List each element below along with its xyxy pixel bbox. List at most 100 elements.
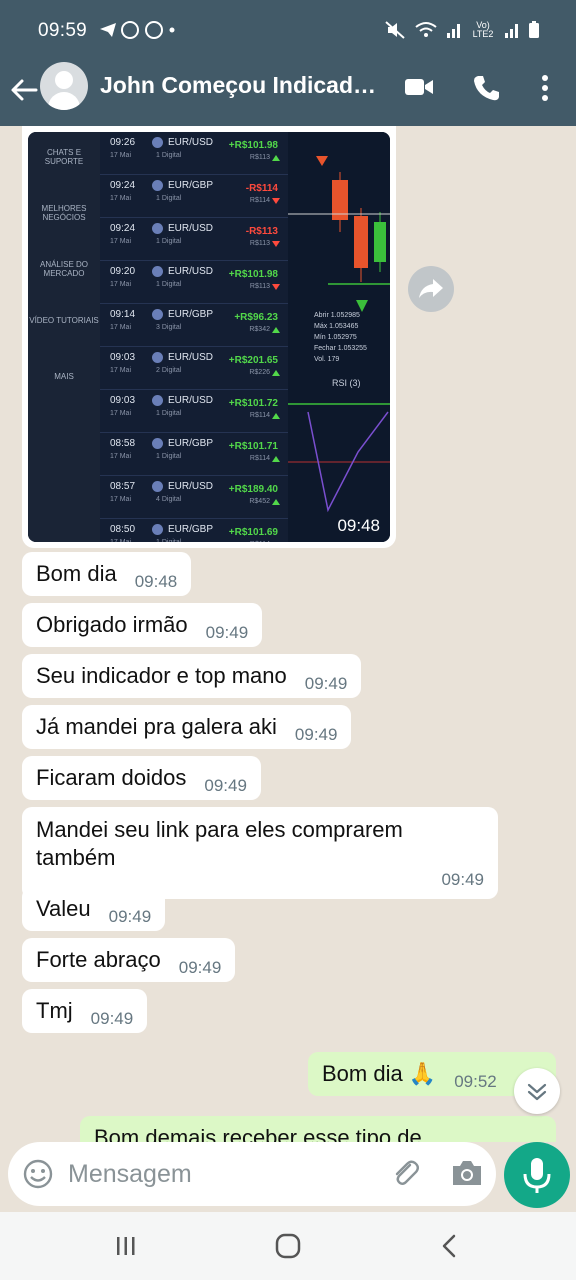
trade-date: 17 Mai <box>110 324 132 331</box>
arrow-up-icon <box>272 499 280 505</box>
trade-invest: R$342 <box>249 326 270 333</box>
arrow-up-icon <box>272 413 280 419</box>
contact-avatar[interactable] <box>40 62 88 110</box>
trade-result: +R$101.98 <box>228 269 278 280</box>
message-time: 09:49 <box>204 776 247 795</box>
attach-icon[interactable] <box>388 1156 422 1190</box>
currency-flag-icon <box>152 395 163 406</box>
message-bubble[interactable]: Tmj 09:49 <box>22 989 148 1033</box>
contact-name[interactable]: John Começou Indicad… <box>100 72 376 99</box>
trade-row: 09:03 17 Mai EUR/USD 2 Digital +R$201.65 R$22… <box>100 347 288 390</box>
message-bubble[interactable]: Bom dia 09:48 <box>22 552 192 596</box>
trade-pair: EUR/GBP <box>168 524 214 535</box>
message-bubble[interactable]: Obrigado irmão 09:49 <box>22 603 263 647</box>
trade-date: 17 Mai <box>110 496 132 503</box>
message-bubble[interactable]: Ficaram doidos 09:49 <box>22 756 261 800</box>
message-text: Tmj <box>36 998 73 1023</box>
message-time: 09:49 <box>108 907 152 926</box>
message-bubble[interactable]: Forte abraço 09:49 <box>22 938 236 982</box>
trade-invest: R$114 <box>250 541 270 542</box>
trade-pair: EUR/USD <box>168 395 214 406</box>
forward-button[interactable] <box>408 266 454 312</box>
message-text: Já mandei pra galera aki <box>36 714 277 739</box>
trade-type: 1 Digital <box>156 539 181 542</box>
chart-stat-max: Máx 1.053465 <box>314 323 359 330</box>
trade-pair: EUR/USD <box>168 137 214 148</box>
currency-flag-icon <box>152 352 163 363</box>
currency-flag-icon <box>152 309 163 320</box>
message-text: Seu indicador e top mano <box>36 663 287 688</box>
recent-apps-icon[interactable] <box>114 1234 138 1258</box>
forward-icon <box>419 279 443 298</box>
trade-row: 09:24 17 Mai EUR/USD 1 Digital -R$113 R$113 <box>100 218 288 261</box>
trade-pair: EUR/GBP <box>168 180 214 191</box>
trade-result: +R$101.71 <box>228 441 278 452</box>
message-bubble[interactable]: Mandei seu link para eles comprarem tamb… <box>22 807 498 899</box>
message-bubble[interactable]: Já mandei pra galera aki 09:49 <box>22 705 352 749</box>
message-bubble[interactable]: Valeu 09:49 <box>22 887 166 931</box>
arrow-down-icon <box>272 241 280 247</box>
trade-result: +R$96.23 <box>234 312 278 323</box>
trade-result: +R$101.98 <box>228 140 278 151</box>
image-message[interactable]: CHATS E SUPORTE MELHORES NEGÓCIOS ANÁLISE … <box>22 126 396 548</box>
message-input[interactable] <box>68 1154 388 1194</box>
trade-pair: EUR/USD <box>168 481 214 492</box>
message-text: Valeu <box>36 896 91 921</box>
trade-pair: EUR/USD <box>168 352 214 363</box>
trade-invest: R$113 <box>249 154 270 161</box>
trade-pair: EUR/USD <box>168 223 214 234</box>
message-text: Bom dia <box>36 561 117 586</box>
system-navigation-bar <box>0 1212 576 1280</box>
wifi-icon <box>415 22 437 37</box>
broker-sidebar-item: ANÁLISE DO MERCADO <box>39 260 88 278</box>
camera-icon[interactable] <box>450 1158 484 1188</box>
message-composer <box>8 1142 496 1206</box>
message-time: 09:49 <box>294 725 338 744</box>
trade-type: 4 Digital <box>156 496 182 503</box>
voice-message-button[interactable] <box>504 1142 570 1208</box>
scroll-to-bottom-button[interactable] <box>514 1068 560 1114</box>
notification-icons <box>98 20 176 45</box>
nav-back-icon[interactable] <box>436 1232 464 1260</box>
trade-time: 09:24 <box>110 223 136 234</box>
trade-time: 09:03 <box>110 395 136 406</box>
message-text: Bom demais receber esse tipo de <box>94 1125 422 1142</box>
emoji-icon[interactable] <box>22 1158 54 1190</box>
system-icons: Vo) LTE2 <box>384 20 540 40</box>
message-bubble-outgoing[interactable]: Bom demais receber esse tipo de <box>80 1116 556 1142</box>
trade-time: 09:26 <box>110 137 136 148</box>
trade-time: 08:58 <box>110 438 136 449</box>
trade-time: 08:50 <box>110 524 136 535</box>
chat-area[interactable]: CHATS E SUPORTE MELHORES NEGÓCIOS ANÁLISE … <box>0 126 576 1142</box>
chart-stat-vol: Vol. 179 <box>314 356 340 363</box>
trade-type: 1 Digital <box>156 281 182 288</box>
trade-type: 1 Digital <box>156 238 182 245</box>
arrow-up-icon <box>272 155 280 161</box>
arrow-down-icon <box>272 198 280 204</box>
back-arrow-icon[interactable] <box>8 74 40 106</box>
trade-pair: EUR/USD <box>168 266 214 277</box>
trade-invest: R$452 <box>249 498 270 505</box>
phone-call-icon[interactable] <box>472 74 500 102</box>
home-icon[interactable] <box>274 1232 302 1260</box>
broker-chart: Abrir 1.052985 Máx 1.053465 Mín 1.052975… <box>288 132 390 542</box>
message-time: 09:52 <box>454 1072 497 1091</box>
shared-screenshot[interactable]: CHATS E SUPORTE MELHORES NEGÓCIOS ANÁLISE … <box>28 132 390 542</box>
signal-icon <box>447 24 460 38</box>
trade-result: +R$101.69 <box>228 527 278 538</box>
trade-invest: R$113 <box>249 240 270 247</box>
trade-date: 17 Mai <box>110 152 132 159</box>
more-options-icon[interactable] <box>540 74 550 102</box>
message-time: 09:49 <box>304 674 348 693</box>
trade-time: 09:20 <box>110 266 136 277</box>
message-bubble[interactable]: Seu indicador e top mano 09:49 <box>22 654 362 698</box>
trade-row: 08:50 17 Mai EUR/GBP 1 Digital +R$101.69 R$11… <box>100 519 288 542</box>
trade-invest: R$226 <box>249 369 270 376</box>
video-call-icon[interactable] <box>404 76 434 98</box>
image-timestamp: 09:48 <box>337 516 380 535</box>
trade-history: 09:26 17 Mai EUR/USD 1 Digital +R$101.98 R$11… <box>100 132 288 542</box>
status-time: 09:59 <box>38 20 88 41</box>
trade-date: 17 Mai <box>110 195 132 202</box>
trade-time: 09:14 <box>110 309 136 320</box>
trade-date: 17 Mai <box>110 453 132 460</box>
